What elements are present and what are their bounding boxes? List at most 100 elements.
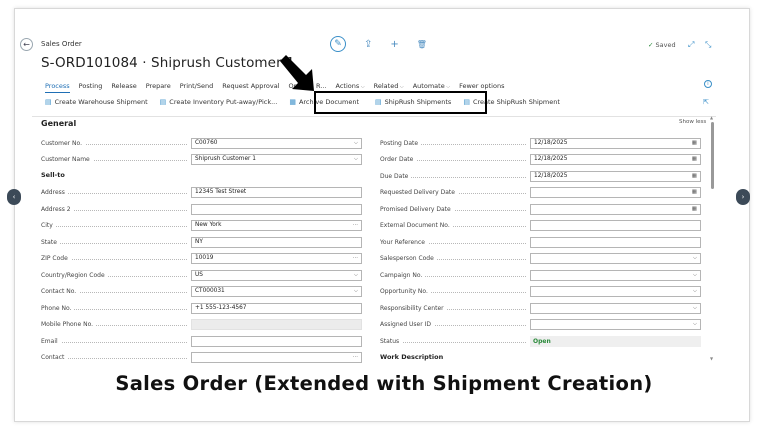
address-2-input[interactable] [191,203,362,215]
calendar-icon[interactable]: ▦ [692,188,697,197]
menu-item-posting[interactable]: Posting [79,82,103,93]
scrollbar-thumb[interactable] [711,122,714,189]
expand-icon[interactable]: ⤢ [688,40,694,50]
create-warehouse-shipment-button[interactable]: ▤ Create Warehouse Shipment [45,98,148,106]
chevron-down-icon[interactable]: ⌵ [693,254,697,263]
label-text: Contact [41,354,68,361]
back-arrow-icon[interactable]: ← [20,38,33,51]
collapse-icon[interactable]: ⤡ [705,40,711,50]
menu-item-process[interactable]: Process [45,82,70,93]
create-inventory-put-away-pick-button[interactable]: ▤ Create Inventory Put-away/Pick... [160,98,278,106]
field-address: Address 12345 Test Street [41,187,362,199]
field-city: City New York ··· [41,220,362,232]
order-date-input[interactable]: 12/18/2025 ▦ [530,154,701,165]
external-document-no-input[interactable] [530,220,701,231]
delete-icon[interactable]: 🗑 [417,40,427,49]
chevron-down-icon[interactable]: ⌵ [354,155,358,164]
chevron-down-icon[interactable]: ⌵ [693,287,697,296]
requested-delivery-date-input[interactable]: ▦ [530,187,701,198]
posting-date-input[interactable]: 12/18/2025 ▦ [530,137,701,149]
pin-icon[interactable]: ⇱ [703,98,709,106]
customer-name-input[interactable]: Shiprush Customer 1 ⌵ [191,154,362,165]
chevron-down-icon[interactable]: ⌵ [354,271,358,280]
responsibility-center-input[interactable]: ⌵ [530,302,701,314]
info-icon[interactable]: i [704,80,712,88]
calendar-icon[interactable]: ▦ [692,139,697,148]
field-label: Due Date [380,172,530,180]
next-record-icon[interactable]: › [736,189,750,205]
country-region-code-input[interactable]: US ⌵ [191,269,362,281]
page-action-bar: ✎ ⇪ + 🗑 [330,36,427,52]
contact-no-input[interactable]: CT000031 ⌵ [191,286,362,297]
leader-dots [41,341,187,343]
field-email: Email [41,335,362,347]
pointer-arrow-icon [280,55,314,91]
field-label: ZIP Code [41,255,191,262]
field-contact-no: Contact No. CT000031 ⌵ [41,286,362,298]
label-text: Promised Delivery Date [380,205,454,213]
assigned-user-id-input[interactable]: ⌵ [530,319,701,330]
calendar-icon[interactable]: ▦ [692,172,697,181]
input-value: CT000031 [195,288,225,294]
menu-item-print-send[interactable]: Print/Send [180,82,214,93]
menu-item-request-approval[interactable]: Request Approval [222,82,279,93]
customer-no-input[interactable]: C00760 ⌵ [191,137,362,149]
calendar-icon[interactable]: ▦ [692,155,697,164]
chevron-down-icon[interactable]: ⌵ [693,320,697,329]
salesperson-code-input[interactable]: ⌵ [530,253,701,264]
scroll-down-icon[interactable]: ▼ [710,356,713,361]
label-text: Status [380,337,403,345]
status-badge: Open [530,335,701,347]
highlight-box [314,91,487,114]
page-title: S-ORD101084 · Shiprush Customer 1 [41,55,295,71]
zip-code-input[interactable]: 10019 ··· [191,253,362,264]
section-sell-to: Sell-to [41,171,65,179]
menu-item-prepare[interactable]: Prepare [146,82,171,93]
label-text: Contact No. [41,288,80,295]
chevron-down-icon[interactable]: ⌵ [693,271,697,280]
field-status: Status Open [380,335,701,347]
chevron-down-icon: ⌵ [359,84,365,90]
phone-no-input[interactable]: +1 555-123-4567 [191,302,362,314]
chevron-down-icon[interactable]: ⌵ [354,287,358,296]
show-less-link[interactable]: Show less [679,119,706,125]
field-label: Campaign No. [380,271,530,279]
your-reference-input[interactable] [530,236,701,248]
email-input[interactable] [191,335,362,347]
field-label: Salesperson Code [380,255,530,262]
field-state: State NY [41,236,362,248]
previous-record-icon[interactable]: ‹ [7,189,21,205]
due-date-input[interactable]: 12/18/2025 ▦ [530,170,701,182]
contact-input[interactable]: ··· [191,352,362,363]
add-icon[interactable]: + [390,39,398,50]
input-value: 12/18/2025 [534,139,568,146]
promised-delivery-date-input[interactable]: ▦ [530,203,701,215]
opportunity-no-input[interactable]: ⌵ [530,286,701,297]
field-label: Customer No. [41,139,191,147]
field-mobile-phone-no: Mobile Phone No. [41,319,362,331]
chevron-down-icon[interactable]: ⌵ [354,139,358,148]
label-text: State [41,238,60,246]
field-label: Opportunity No. [380,288,530,295]
action-label: Create Inventory Put-away/Pick... [169,98,278,106]
label-text: Campaign No. [380,271,426,279]
general-fasttab-title[interactable]: General [41,119,76,128]
field-salesperson-code: Salesperson Code ⌵ [380,253,701,265]
process-actions-bar: ▤ Create Warehouse Shipment ▤ Create Invent… [45,98,572,106]
share-icon[interactable]: ⇪ [364,39,372,50]
scroll-up-icon[interactable]: ▲ [710,115,713,120]
menu-item-release[interactable]: Release [111,82,136,93]
campaign-no-input[interactable]: ⌵ [530,269,701,281]
edit-pencil-icon[interactable]: ✎ [330,36,346,52]
city-input[interactable]: New York ··· [191,220,362,231]
field-contact: Contact ··· [41,352,362,364]
lookup-ellipsis-icon[interactable]: ··· [353,221,358,230]
address-input[interactable]: 12345 Test Street [191,187,362,198]
state-input[interactable]: NY [191,236,362,248]
label-text: Salesperson Code [380,255,437,262]
chevron-down-icon[interactable]: ⌵ [693,304,697,313]
calendar-icon[interactable]: ▦ [692,205,697,214]
lookup-ellipsis-icon[interactable]: ··· [353,254,358,263]
lookup-ellipsis-icon[interactable]: ··· [353,353,358,362]
field-assigned-user-id: Assigned User ID ⌵ [380,319,701,331]
